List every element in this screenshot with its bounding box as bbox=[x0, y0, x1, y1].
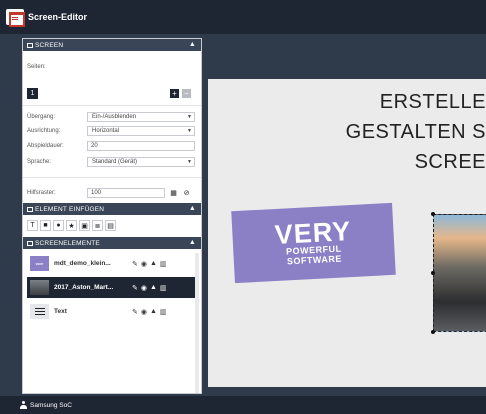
list-item-name: Text bbox=[54, 308, 67, 315]
trash-icon[interactable]: ▥ bbox=[160, 260, 167, 268]
item-actions: ✎ ◉ ▲ ▥ bbox=[132, 260, 167, 268]
resize-handle[interactable] bbox=[431, 330, 435, 334]
lock-icon[interactable]: ▲ bbox=[150, 284, 157, 292]
tool-row: T ■ ● ★ ▣ ≣ ▤ bbox=[27, 220, 116, 231]
duration-input[interactable]: 20 bbox=[87, 141, 195, 151]
resize-handle[interactable] bbox=[431, 212, 435, 216]
star-tool-icon[interactable]: ★ bbox=[66, 220, 77, 231]
grid-toggle-icon[interactable]: ▦ bbox=[169, 188, 178, 197]
thumbnail bbox=[30, 280, 49, 295]
resize-handle[interactable] bbox=[431, 271, 435, 275]
eye-icon[interactable]: ◉ bbox=[141, 308, 147, 316]
item-actions: ✎ ◉ ▲ ▥ bbox=[132, 308, 167, 316]
list-item[interactable]: Text ✎ ◉ ▲ ▥ bbox=[27, 301, 197, 322]
eye-icon[interactable]: ◉ bbox=[141, 260, 147, 268]
trash-icon[interactable]: ▥ bbox=[160, 284, 167, 292]
eye-icon[interactable]: ◉ bbox=[141, 284, 147, 292]
canvas-area: ERSTELLE GESTALTEN S SCREE VERY POWERFUL… bbox=[202, 38, 486, 394]
transition-select[interactable]: Ein-/Ausblenden ▼ bbox=[87, 112, 195, 122]
logo-line-2: SOFTWARE bbox=[286, 253, 343, 267]
orientation-value: Horizontal bbox=[92, 128, 120, 134]
screen-section: Seiten: 1 + − Übergang: Ein-/Ausblenden ▼… bbox=[23, 51, 201, 203]
screen-section-title: SCREEN bbox=[35, 41, 64, 49]
headline-line-2[interactable]: GESTALTEN S bbox=[346, 121, 486, 144]
transition-value: Ein-/Ausblenden bbox=[92, 114, 137, 120]
chevron-down-icon: ▼ bbox=[187, 128, 192, 134]
pages-label: Seiten: bbox=[27, 64, 46, 70]
insert-icon bbox=[27, 206, 33, 212]
language-select[interactable]: Standard (Gerät) ▼ bbox=[87, 157, 195, 167]
circle-tool-icon[interactable]: ● bbox=[53, 220, 64, 231]
page-1-button[interactable]: 1 bbox=[27, 88, 38, 99]
lock-icon[interactable]: ▲ bbox=[150, 308, 157, 316]
divider bbox=[23, 177, 201, 178]
screen-section-header[interactable]: SCREEN ▲ bbox=[23, 39, 201, 51]
list-item-selected[interactable]: 2017_Aston_Mart... ✎ ◉ ▲ ▥ bbox=[27, 277, 197, 298]
item-actions: ✎ ◉ ▲ ▥ bbox=[132, 284, 167, 292]
headline-line-1[interactable]: ERSTELLE bbox=[380, 91, 486, 114]
insert-element-title: ELEMENT EINFÜGEN bbox=[35, 205, 105, 213]
text-thumbnail-icon bbox=[30, 304, 49, 319]
grid-input[interactable]: 100 bbox=[87, 188, 165, 198]
trash-icon[interactable]: ▥ bbox=[160, 308, 167, 316]
edit-icon[interactable]: ✎ bbox=[132, 260, 138, 268]
screen-icon bbox=[27, 42, 33, 48]
language-value: Standard (Gerät) bbox=[92, 159, 138, 165]
thumbnail: VERY bbox=[30, 256, 49, 271]
layers-icon bbox=[27, 240, 33, 246]
screen-elements-header[interactable]: SCREENELEMENTE ▲ bbox=[23, 237, 201, 249]
scrollbar[interactable] bbox=[195, 253, 199, 393]
user-icon bbox=[20, 401, 27, 409]
list-item[interactable]: VERY mdt_demo_klein... ✎ ◉ ▲ ▥ bbox=[27, 253, 197, 274]
collapse-chevron-icon[interactable]: ▲ bbox=[189, 239, 196, 246]
edit-icon[interactable]: ✎ bbox=[132, 308, 138, 316]
rectangle-tool-icon[interactable]: ■ bbox=[40, 220, 51, 231]
collapse-chevron-icon[interactable]: ▲ bbox=[189, 41, 196, 48]
screen-elements-title: SCREENELEMENTE bbox=[35, 239, 100, 247]
list-item-name: mdt_demo_klein... bbox=[54, 260, 111, 267]
title-bar: Screen-Editor bbox=[0, 0, 486, 34]
car-photo[interactable] bbox=[433, 214, 486, 332]
orientation-label: Ausrichtung: bbox=[27, 128, 61, 134]
grid-label: Hilfsraster: bbox=[27, 190, 56, 196]
transition-label: Übergang: bbox=[27, 114, 56, 120]
very-powerful-logo[interactable]: VERY POWERFUL SOFTWARE bbox=[231, 202, 396, 284]
list-item-name: 2017_Aston_Mart... bbox=[54, 284, 114, 291]
duration-label: Abspieldauer: bbox=[27, 143, 64, 149]
insert-element-header[interactable]: ELEMENT EINFÜGEN ▲ bbox=[23, 203, 201, 215]
divider bbox=[23, 105, 201, 106]
app-logo-icon bbox=[6, 9, 25, 27]
lock-icon[interactable]: ▲ bbox=[150, 260, 157, 268]
add-page-button[interactable]: + bbox=[170, 89, 179, 98]
chevron-down-icon: ▼ bbox=[187, 114, 192, 120]
table-tool-icon[interactable]: ▤ bbox=[105, 220, 116, 231]
visibility-off-icon[interactable]: ⊘ bbox=[182, 188, 191, 197]
orientation-select[interactable]: Horizontal ▼ bbox=[87, 126, 195, 136]
language-label: Sprache: bbox=[27, 159, 52, 165]
collapse-chevron-icon[interactable]: ▲ bbox=[189, 205, 196, 212]
screen-canvas[interactable]: ERSTELLE GESTALTEN S SCREE VERY POWERFUL… bbox=[208, 79, 486, 387]
image-tool-icon[interactable]: ▣ bbox=[79, 220, 90, 231]
device-name: Samsung SoC bbox=[30, 401, 72, 409]
insert-element-section: T ■ ● ★ ▣ ≣ ▤ bbox=[23, 215, 201, 237]
text-tool-icon[interactable]: T bbox=[27, 220, 38, 231]
left-panel: SCREEN ▲ Seiten: 1 + − Übergang: Ein-/Au… bbox=[22, 38, 202, 394]
remove-page-button[interactable]: − bbox=[182, 89, 191, 98]
edit-icon[interactable]: ✎ bbox=[132, 284, 138, 292]
chevron-down-icon: ▼ bbox=[187, 159, 192, 165]
status-bar: Samsung SoC bbox=[0, 396, 486, 414]
app-title: Screen-Editor bbox=[28, 12, 88, 22]
headline-line-3[interactable]: SCREE bbox=[415, 151, 486, 174]
list-tool-icon[interactable]: ≣ bbox=[92, 220, 103, 231]
